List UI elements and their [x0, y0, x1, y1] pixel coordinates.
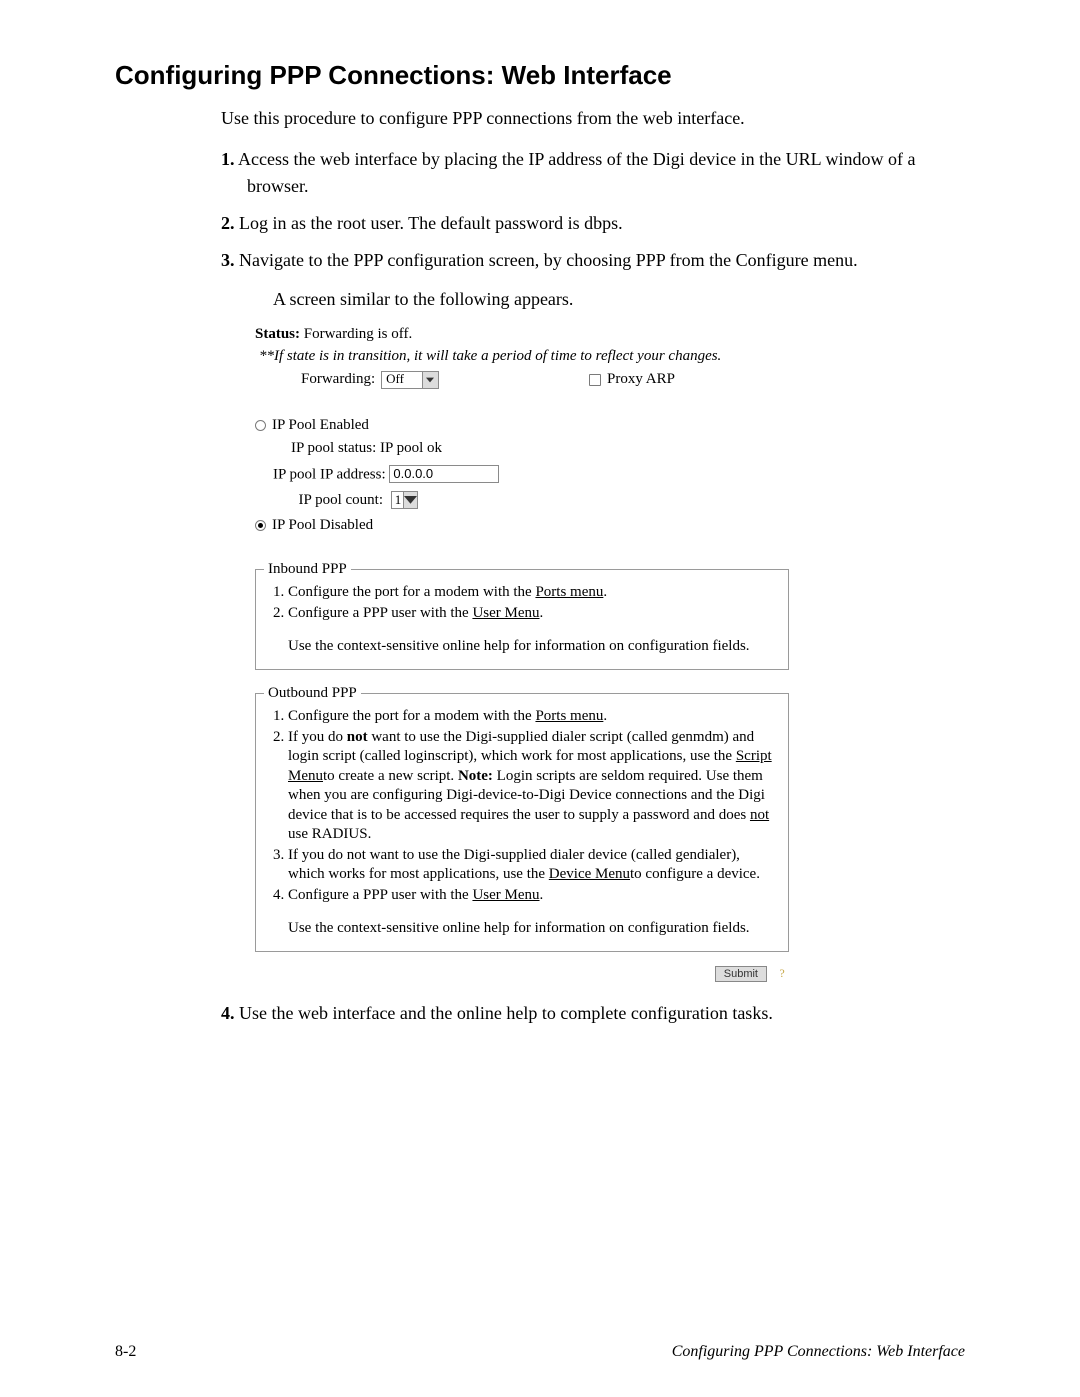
submit-button[interactable]: Submit	[715, 966, 767, 982]
proxy-arp-label: Proxy ARP	[607, 370, 675, 390]
user-menu-link[interactable]: User Menu	[472, 605, 539, 621]
step-text: Access the web interface by placing the …	[238, 149, 915, 196]
ip-pool-count-select[interactable]: 1	[391, 491, 419, 509]
outbound-list: Configure the port for a modem with the …	[264, 707, 780, 905]
outbound-item: If you do not want to use the Digi-suppl…	[288, 846, 780, 885]
ip-pool-status-value: IP pool ok	[380, 440, 442, 456]
forwarding-label: Forwarding:	[301, 370, 375, 390]
outbound-item: Configure a PPP user with the User Menu.	[288, 886, 780, 906]
ports-menu-link[interactable]: Ports menu	[535, 584, 603, 600]
ip-pool-count-label: IP pool count:	[291, 491, 383, 511]
user-menu-link[interactable]: User Menu	[472, 887, 539, 903]
radio-icon	[255, 520, 266, 531]
ip-pool-count-value: 1	[392, 492, 404, 509]
step-1: 1. Access the web interface by placing t…	[221, 146, 965, 200]
step-text: Use the web interface and the online hel…	[239, 1003, 773, 1023]
inbound-help-text: Use the context-sensitive online help fo…	[288, 637, 780, 657]
ip-pool-block: IP Pool Enabled IP pool status: IP pool …	[255, 416, 789, 536]
step-subtext: A screen similar to the following appear…	[247, 286, 965, 313]
step-number: 1.	[221, 149, 235, 169]
ip-pool-address-input[interactable]	[389, 465, 499, 483]
ip-pool-enabled-label: IP Pool Enabled	[272, 416, 369, 436]
step-number: 4.	[221, 1003, 235, 1023]
page-number: 8-2	[115, 1343, 136, 1361]
ip-pool-disabled-label: IP Pool Disabled	[272, 516, 373, 536]
page-heading: Configuring PPP Connections: Web Interfa…	[115, 60, 965, 91]
ip-pool-count-row: IP pool count: 1	[291, 491, 789, 511]
step-number: 2.	[221, 213, 235, 233]
ip-pool-disabled-radio[interactable]: IP Pool Disabled	[255, 516, 789, 536]
step-list-cont: 4. Use the web interface and the online …	[221, 1000, 965, 1027]
chevron-down-icon	[422, 372, 438, 388]
inbound-ppp-fieldset: Inbound PPP Configure the port for a mod…	[255, 560, 789, 670]
inbound-item: Configure a PPP user with the User Menu.	[288, 604, 780, 624]
page-footer: 8-2 Configuring PPP Connections: Web Int…	[115, 1343, 965, 1361]
chevron-down-icon	[403, 492, 417, 508]
status-value: Forwarding is off.	[304, 326, 412, 342]
submit-row: Submit ?	[255, 966, 789, 982]
intro-text: Use this procedure to configure PPP conn…	[221, 105, 965, 132]
step-4: 4. Use the web interface and the online …	[221, 1000, 965, 1027]
transition-note: **If state is in transition, it will tak…	[259, 347, 789, 367]
inbound-list: Configure the port for a modem with the …	[264, 583, 780, 623]
device-menu-link[interactable]: Device Menu	[549, 866, 630, 882]
step-list: 1. Access the web interface by placing t…	[221, 146, 965, 313]
outbound-item: Configure the port for a modem with the …	[288, 707, 780, 727]
proxy-arp-checkbox[interactable]: Proxy ARP	[589, 370, 675, 390]
step-2: 2. Log in as the root user. The default …	[221, 210, 965, 237]
ip-pool-status: IP pool status: IP pool ok	[291, 439, 789, 459]
ports-menu-link[interactable]: Ports menu	[535, 708, 603, 724]
ip-pool-status-label: IP pool status:	[291, 440, 376, 456]
ip-pool-address-row: IP pool IP address:	[273, 465, 789, 485]
ip-pool-address-label: IP pool IP address:	[273, 466, 386, 482]
step-text: Navigate to the PPP configuration screen…	[239, 250, 858, 270]
status-line: Status: Forwarding is off.	[255, 325, 789, 345]
inbound-item: Configure the port for a modem with the …	[288, 583, 780, 603]
forwarding-row: Forwarding: Off Proxy ARP	[255, 370, 789, 390]
help-icon[interactable]: ?	[775, 967, 789, 981]
outbound-ppp-fieldset: Outbound PPP Configure the port for a mo…	[255, 684, 789, 952]
ip-pool-enabled-radio[interactable]: IP Pool Enabled	[255, 416, 789, 436]
inbound-legend: Inbound PPP	[264, 560, 351, 580]
forwarding-value: Off	[382, 371, 422, 388]
footer-title: Configuring PPP Connections: Web Interfa…	[672, 1343, 965, 1361]
status-label: Status:	[255, 326, 300, 342]
outbound-help-text: Use the context-sensitive online help fo…	[288, 919, 780, 939]
step-3: 3. Navigate to the PPP configuration scr…	[221, 247, 965, 313]
ppp-config-screenshot: Status: Forwarding is off. **If state is…	[255, 325, 789, 982]
outbound-item: If you do not want to use the Digi-suppl…	[288, 728, 780, 845]
outbound-legend: Outbound PPP	[264, 684, 361, 704]
step-number: 3.	[221, 250, 235, 270]
forwarding-select[interactable]: Off	[381, 371, 439, 389]
checkbox-icon	[589, 374, 601, 386]
radio-icon	[255, 420, 266, 431]
step-text: Log in as the root user. The default pas…	[239, 213, 623, 233]
